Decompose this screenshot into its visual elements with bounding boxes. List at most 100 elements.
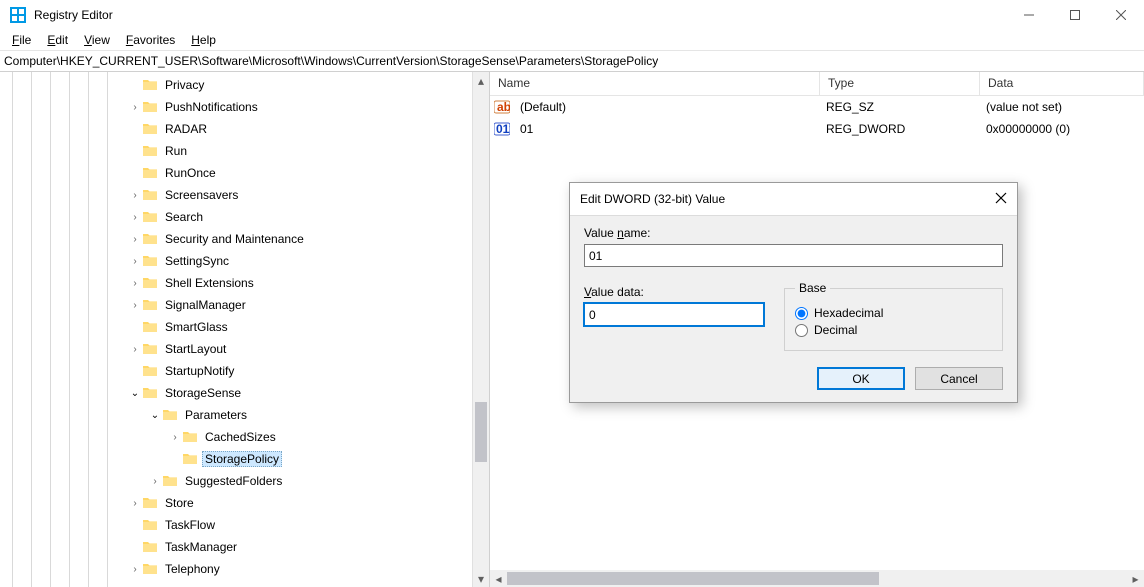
tree-item[interactable]: › CachedSizes — [128, 426, 472, 448]
address-bar[interactable]: Computer\HKEY_CURRENT_USER\Software\Micr… — [0, 50, 1144, 72]
menu-bar: File Edit View Favorites Help — [0, 30, 1144, 50]
value-name-label: Value name: — [584, 226, 1003, 240]
cell-data: 0x00000000 (0) — [978, 122, 1144, 136]
tree-item[interactable]: SmartGlass — [128, 316, 472, 338]
tree-item[interactable]: › Screensavers — [128, 184, 472, 206]
dialog-close-button[interactable] — [977, 192, 1007, 207]
tree-item[interactable]: › StartLayout — [128, 338, 472, 360]
tree-item-label: StorageSense — [162, 385, 244, 401]
radio-hex-input[interactable] — [795, 307, 808, 320]
hscroll-right-icon[interactable]: ▸ — [1127, 572, 1144, 586]
chevron-down-icon[interactable]: ⌄ — [148, 410, 162, 421]
folder-icon — [182, 429, 198, 445]
tree-item[interactable]: ›SuggestedFolders — [128, 470, 472, 492]
hscroll-left-icon[interactable]: ◂ — [490, 572, 507, 586]
chevron-right-icon[interactable]: › — [168, 432, 182, 443]
radio-decimal[interactable]: Decimal — [795, 323, 992, 337]
menu-help[interactable]: Help — [183, 32, 224, 48]
dialog-title: Edit DWORD (32-bit) Value — [580, 192, 977, 206]
chevron-right-icon[interactable]: › — [128, 102, 142, 113]
radio-hexadecimal[interactable]: Hexadecimal — [795, 306, 992, 320]
ok-button[interactable]: OK — [817, 367, 905, 390]
tree-item[interactable]: RunOnce — [128, 162, 472, 184]
chevron-right-icon[interactable]: › — [128, 300, 142, 311]
tree-item[interactable]: › SignalManager — [128, 294, 472, 316]
chevron-right-icon[interactable]: › — [128, 190, 142, 201]
tree-item[interactable]: RADAR — [128, 118, 472, 140]
tree-item[interactable]: ⌄Parameters — [128, 404, 472, 426]
minimize-button[interactable] — [1006, 0, 1052, 30]
tree-item-label: StartupNotify — [162, 363, 237, 379]
folder-icon — [142, 297, 158, 313]
tree-item-label: Screensavers — [162, 187, 241, 203]
tree-item[interactable]: ›Telephony — [128, 558, 472, 580]
menu-edit[interactable]: Edit — [39, 32, 76, 48]
column-name[interactable]: Name — [490, 72, 820, 95]
folder-icon — [142, 165, 158, 181]
list-hscrollbar[interactable]: ◂ ▸ — [490, 570, 1144, 587]
chevron-right-icon[interactable]: › — [128, 234, 142, 245]
chevron-right-icon[interactable]: › — [128, 564, 142, 575]
scroll-thumb[interactable] — [475, 402, 487, 462]
window-title: Registry Editor — [34, 8, 1006, 22]
folder-icon — [142, 209, 158, 225]
scroll-up-icon[interactable]: ▴ — [473, 72, 489, 89]
base-label: Base — [795, 281, 830, 295]
chevron-right-icon[interactable]: › — [148, 476, 162, 487]
menu-view[interactable]: View — [76, 32, 118, 48]
tree-item[interactable]: › Security and Maintenance — [128, 228, 472, 250]
chevron-right-icon[interactable]: › — [128, 278, 142, 289]
tree-item-label: SignalManager — [162, 297, 249, 313]
list-header: Name Type Data — [490, 72, 1144, 96]
tree-item-label: PushNotifications — [162, 99, 261, 115]
menu-file[interactable]: File — [4, 32, 39, 48]
tree-item[interactable]: ›Shell Extensions — [128, 272, 472, 294]
hscroll-thumb[interactable] — [507, 572, 879, 585]
title-bar: Registry Editor — [0, 0, 1144, 30]
value-name-input[interactable] — [584, 244, 1003, 267]
tree-item[interactable]: ›Search — [128, 206, 472, 228]
folder-icon — [142, 275, 158, 291]
cancel-button[interactable]: Cancel — [915, 367, 1003, 390]
cell-type: REG_DWORD — [818, 122, 978, 136]
tree-item-label: Security and Maintenance — [162, 231, 307, 247]
tree-item-label: CachedSizes — [202, 429, 279, 445]
folder-icon — [142, 187, 158, 203]
value-data-label: Value data: — [584, 285, 784, 299]
tree-item[interactable]: Privacy — [128, 74, 472, 96]
radio-dec-input[interactable] — [795, 324, 808, 337]
chevron-down-icon[interactable]: ⌄ — [128, 388, 142, 399]
tree-item[interactable]: ›Store — [128, 492, 472, 514]
tree-item[interactable]: ›SettingSync — [128, 250, 472, 272]
chevron-right-icon[interactable]: › — [128, 344, 142, 355]
tree-item[interactable]: ⌄ StorageSense — [128, 382, 472, 404]
tree-view[interactable]: Privacy › PushNotifications RADAR Run RunOnce… — [0, 72, 472, 587]
menu-favorites[interactable]: Favorites — [118, 32, 183, 48]
column-type[interactable]: Type — [820, 72, 980, 95]
scroll-down-icon[interactable]: ▾ — [473, 570, 489, 587]
tree-item-label: RADAR — [162, 121, 210, 137]
folder-icon — [142, 341, 158, 357]
chevron-right-icon[interactable]: › — [128, 498, 142, 509]
tree-item[interactable]: StoragePolicy — [128, 448, 472, 470]
tree-item-label: RunOnce — [162, 165, 219, 181]
tree-scrollbar[interactable]: ▴ ▾ — [472, 72, 489, 587]
tree-item[interactable]: StartupNotify — [128, 360, 472, 382]
value-data-input[interactable] — [584, 303, 764, 326]
tree-panel: Privacy › PushNotifications RADAR Run RunOnce… — [0, 72, 490, 587]
tree-item-label: StartLayout — [162, 341, 229, 357]
dialog-titlebar[interactable]: Edit DWORD (32-bit) Value — [570, 183, 1017, 215]
list-row[interactable]: 01REG_DWORD0x00000000 (0) — [490, 118, 1144, 140]
chevron-right-icon[interactable]: › — [128, 256, 142, 267]
tree-item[interactable]: TaskFlow — [128, 514, 472, 536]
tree-item[interactable]: › PushNotifications — [128, 96, 472, 118]
column-data[interactable]: Data — [980, 72, 1144, 95]
maximize-button[interactable] — [1052, 0, 1098, 30]
reg-string-icon — [494, 99, 510, 115]
tree-item[interactable]: Run — [128, 140, 472, 162]
list-row[interactable]: (Default)REG_SZ(value not set) — [490, 96, 1144, 118]
address-path[interactable]: Computer\HKEY_CURRENT_USER\Software\Micr… — [4, 54, 658, 68]
tree-item[interactable]: TaskManager — [128, 536, 472, 558]
close-button[interactable] — [1098, 0, 1144, 30]
chevron-right-icon[interactable]: › — [128, 212, 142, 223]
